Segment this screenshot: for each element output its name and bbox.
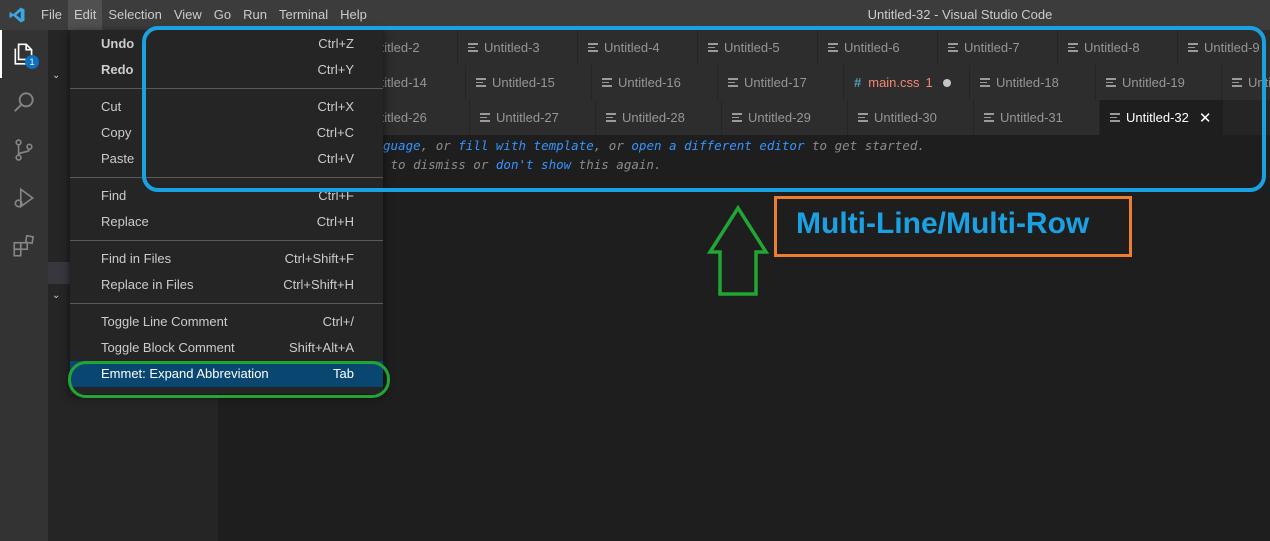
menu-item-replace[interactable]: Replace Ctrl+H — [70, 209, 383, 235]
menu-item-find-in-files[interactable]: Find in Files Ctrl+Shift+F — [70, 246, 383, 272]
menu-item-shortcut: Ctrl+H — [316, 214, 354, 229]
menu-item-shortcut: Ctrl+Shift+H — [283, 277, 354, 292]
menu-item-shortcut: Ctrl+Shift+F — [284, 251, 354, 266]
activity-bar — [0, 30, 48, 541]
menu-item-label: Find — [101, 188, 127, 203]
callout-text: Multi-Line/Multi-Row — [796, 207, 1090, 240]
menu-file[interactable]: File — [35, 0, 68, 30]
chevron-down-icon: ⌄ — [52, 70, 61, 81]
up-arrow-icon — [706, 205, 770, 296]
menu-separator — [70, 240, 383, 241]
menu-item-label: Replace in Files — [101, 277, 194, 292]
menu-edit[interactable]: Edit — [67, 0, 103, 30]
menu-item-outline — [68, 361, 390, 398]
explorer-badge: 1 — [25, 55, 39, 69]
chevron-down-icon: ⌄ — [52, 290, 61, 301]
menu-item-label: Redo — [101, 62, 134, 77]
menu-item-label: Find in Files — [101, 251, 172, 266]
menu-item-toggle-line-comment[interactable]: Toggle Line Comment Ctrl+/ — [70, 309, 383, 335]
menu-item-label: Cut — [101, 99, 122, 114]
menu-item-label: Undo — [101, 36, 135, 51]
source-control-icon[interactable] — [0, 126, 48, 174]
menu-item-toggle-block-comment[interactable]: Toggle Block Comment Shift+Alt+A — [70, 335, 383, 361]
menu-item-label: Paste — [101, 151, 135, 166]
tab-area-outline — [142, 26, 1266, 192]
menu-item-shortcut: Ctrl+/ — [322, 314, 354, 329]
menu-item-replace-in-files[interactable]: Replace in Files Ctrl+Shift+H — [70, 272, 383, 298]
menu-item-label: Replace — [101, 214, 149, 229]
menu-separator — [70, 303, 383, 304]
explorer-icon[interactable] — [0, 30, 48, 78]
search-icon[interactable] — [0, 78, 48, 126]
extensions-icon[interactable] — [0, 222, 48, 270]
activity-active-indicator — [0, 30, 2, 78]
run-debug-icon[interactable] — [0, 174, 48, 222]
menu-item-label: Copy — [101, 125, 132, 140]
menu-item-label: Toggle Line Comment — [101, 314, 228, 329]
vscode-logo-icon — [9, 7, 25, 23]
menu-item-label: Toggle Block Comment — [101, 340, 235, 355]
menu-item-shortcut: Shift+Alt+A — [288, 340, 354, 355]
